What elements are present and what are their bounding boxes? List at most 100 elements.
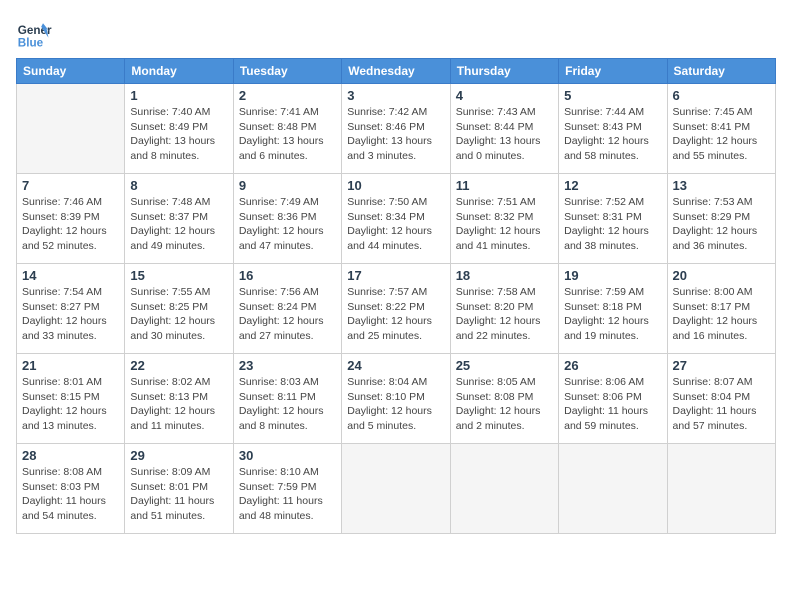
calendar-cell: 12 Sunrise: 7:52 AMSunset: 8:31 PMDayligh… xyxy=(559,174,667,264)
day-info: Sunrise: 7:45 AMSunset: 8:41 PMDaylight:… xyxy=(673,105,770,164)
day-info: Sunrise: 8:09 AMSunset: 8:01 PMDaylight:… xyxy=(130,465,227,524)
calendar-cell: 17 Sunrise: 7:57 AMSunset: 8:22 PMDayligh… xyxy=(342,264,450,354)
day-info: Sunrise: 7:52 AMSunset: 8:31 PMDaylight:… xyxy=(564,195,661,254)
day-number: 11 xyxy=(456,178,553,193)
page-header: General Blue xyxy=(16,16,776,52)
calendar-cell: 27 Sunrise: 8:07 AMSunset: 8:04 PMDayligh… xyxy=(667,354,775,444)
calendar-cell: 28 Sunrise: 8:08 AMSunset: 8:03 PMDayligh… xyxy=(17,444,125,534)
calendar-cell: 23 Sunrise: 8:03 AMSunset: 8:11 PMDayligh… xyxy=(233,354,341,444)
day-number: 20 xyxy=(673,268,770,283)
day-info: Sunrise: 7:40 AMSunset: 8:49 PMDaylight:… xyxy=(130,105,227,164)
calendar-table: SundayMondayTuesdayWednesdayThursdayFrid… xyxy=(16,58,776,534)
day-number: 14 xyxy=(22,268,119,283)
day-number: 22 xyxy=(130,358,227,373)
calendar-cell: 18 Sunrise: 7:58 AMSunset: 8:20 PMDayligh… xyxy=(450,264,558,354)
day-number: 18 xyxy=(456,268,553,283)
day-info: Sunrise: 7:50 AMSunset: 8:34 PMDaylight:… xyxy=(347,195,444,254)
day-info: Sunrise: 7:58 AMSunset: 8:20 PMDaylight:… xyxy=(456,285,553,344)
calendar-cell: 21Sunrise: 8:01 AMSunset: 8:15 PMDayligh… xyxy=(17,354,125,444)
day-number: 1 xyxy=(130,88,227,103)
calendar-cell: 13 Sunrise: 7:53 AMSunset: 8:29 PMDayligh… xyxy=(667,174,775,264)
day-number: 16 xyxy=(239,268,336,283)
calendar-week-row: 14 Sunrise: 7:54 AMSunset: 8:27 PMDayligh… xyxy=(17,264,776,354)
day-info: Sunrise: 7:43 AMSunset: 8:44 PMDaylight:… xyxy=(456,105,553,164)
calendar-header-row: SundayMondayTuesdayWednesdayThursdayFrid… xyxy=(17,59,776,84)
day-header-saturday: Saturday xyxy=(667,59,775,84)
day-info: Sunrise: 7:49 AMSunset: 8:36 PMDaylight:… xyxy=(239,195,336,254)
day-number: 12 xyxy=(564,178,661,193)
calendar-week-row: 28 Sunrise: 8:08 AMSunset: 8:03 PMDayligh… xyxy=(17,444,776,534)
calendar-cell: 10 Sunrise: 7:50 AMSunset: 8:34 PMDayligh… xyxy=(342,174,450,264)
calendar-cell xyxy=(450,444,558,534)
calendar-cell: 15Sunrise: 7:55 AMSunset: 8:25 PMDayligh… xyxy=(125,264,233,354)
calendar-cell xyxy=(667,444,775,534)
day-info: Sunrise: 7:53 AMSunset: 8:29 PMDaylight:… xyxy=(673,195,770,254)
calendar-cell: 7 Sunrise: 7:46 AMSunset: 8:39 PMDaylight… xyxy=(17,174,125,264)
day-number: 7 xyxy=(22,178,119,193)
day-header-thursday: Thursday xyxy=(450,59,558,84)
calendar-cell: 5 Sunrise: 7:44 AMSunset: 8:43 PMDaylight… xyxy=(559,84,667,174)
day-header-sunday: Sunday xyxy=(17,59,125,84)
calendar-week-row: 1 Sunrise: 7:40 AMSunset: 8:49 PMDaylight… xyxy=(17,84,776,174)
day-info: Sunrise: 8:04 AMSunset: 8:10 PMDaylight:… xyxy=(347,375,444,434)
day-info: Sunrise: 7:59 AMSunset: 8:18 PMDaylight:… xyxy=(564,285,661,344)
day-number: 27 xyxy=(673,358,770,373)
day-number: 4 xyxy=(456,88,553,103)
day-info: Sunrise: 7:46 AMSunset: 8:39 PMDaylight:… xyxy=(22,195,119,254)
day-info: Sunrise: 7:48 AMSunset: 8:37 PMDaylight:… xyxy=(130,195,227,254)
calendar-cell: 11 Sunrise: 7:51 AMSunset: 8:32 PMDayligh… xyxy=(450,174,558,264)
day-info: Sunrise: 8:02 AMSunset: 8:13 PMDaylight:… xyxy=(130,375,227,434)
calendar-cell: 1 Sunrise: 7:40 AMSunset: 8:49 PMDaylight… xyxy=(125,84,233,174)
day-number: 5 xyxy=(564,88,661,103)
day-info: Sunrise: 7:55 AMSunset: 8:25 PMDaylight:… xyxy=(130,285,227,344)
day-info: Sunrise: 8:05 AMSunset: 8:08 PMDaylight:… xyxy=(456,375,553,434)
day-info: Sunrise: 8:07 AMSunset: 8:04 PMDaylight:… xyxy=(673,375,770,434)
day-info: Sunrise: 8:08 AMSunset: 8:03 PMDaylight:… xyxy=(22,465,119,524)
calendar-cell: 9 Sunrise: 7:49 AMSunset: 8:36 PMDaylight… xyxy=(233,174,341,264)
day-number: 30 xyxy=(239,448,336,463)
day-info: Sunrise: 7:44 AMSunset: 8:43 PMDaylight:… xyxy=(564,105,661,164)
day-number: 25 xyxy=(456,358,553,373)
calendar-cell: 3 Sunrise: 7:42 AMSunset: 8:46 PMDaylight… xyxy=(342,84,450,174)
day-info: Sunrise: 8:03 AMSunset: 8:11 PMDaylight:… xyxy=(239,375,336,434)
day-info: Sunrise: 7:42 AMSunset: 8:46 PMDaylight:… xyxy=(347,105,444,164)
calendar-week-row: 21Sunrise: 8:01 AMSunset: 8:15 PMDayligh… xyxy=(17,354,776,444)
day-number: 26 xyxy=(564,358,661,373)
day-number: 3 xyxy=(347,88,444,103)
calendar-cell: 2Sunrise: 7:41 AMSunset: 8:48 PMDaylight… xyxy=(233,84,341,174)
day-info: Sunrise: 8:10 AMSunset: 7:59 PMDaylight:… xyxy=(239,465,336,524)
day-number: 13 xyxy=(673,178,770,193)
day-number: 24 xyxy=(347,358,444,373)
calendar-cell: 30 Sunrise: 8:10 AMSunset: 7:59 PMDayligh… xyxy=(233,444,341,534)
day-number: 19 xyxy=(564,268,661,283)
day-number: 23 xyxy=(239,358,336,373)
calendar-cell: 8 Sunrise: 7:48 AMSunset: 8:37 PMDaylight… xyxy=(125,174,233,264)
day-info: Sunrise: 7:51 AMSunset: 8:32 PMDaylight:… xyxy=(456,195,553,254)
day-number: 9 xyxy=(239,178,336,193)
day-number: 6 xyxy=(673,88,770,103)
day-info: Sunrise: 7:54 AMSunset: 8:27 PMDaylight:… xyxy=(22,285,119,344)
calendar-cell: 16Sunrise: 7:56 AMSunset: 8:24 PMDayligh… xyxy=(233,264,341,354)
calendar-cell: 14 Sunrise: 7:54 AMSunset: 8:27 PMDayligh… xyxy=(17,264,125,354)
day-number: 10 xyxy=(347,178,444,193)
logo: General Blue xyxy=(16,16,52,52)
day-number: 28 xyxy=(22,448,119,463)
calendar-cell: 20Sunrise: 8:00 AMSunset: 8:17 PMDayligh… xyxy=(667,264,775,354)
calendar-cell: 24 Sunrise: 8:04 AMSunset: 8:10 PMDayligh… xyxy=(342,354,450,444)
calendar-cell: 19 Sunrise: 7:59 AMSunset: 8:18 PMDayligh… xyxy=(559,264,667,354)
calendar-cell: 26 Sunrise: 8:06 AMSunset: 8:06 PMDayligh… xyxy=(559,354,667,444)
day-header-friday: Friday xyxy=(559,59,667,84)
day-number: 21 xyxy=(22,358,119,373)
day-header-monday: Monday xyxy=(125,59,233,84)
calendar-cell: 25 Sunrise: 8:05 AMSunset: 8:08 PMDayligh… xyxy=(450,354,558,444)
day-info: Sunrise: 8:06 AMSunset: 8:06 PMDaylight:… xyxy=(564,375,661,434)
day-info: Sunrise: 7:57 AMSunset: 8:22 PMDaylight:… xyxy=(347,285,444,344)
logo-icon: General Blue xyxy=(16,16,52,52)
calendar-cell: 29Sunrise: 8:09 AMSunset: 8:01 PMDayligh… xyxy=(125,444,233,534)
day-number: 8 xyxy=(130,178,227,193)
calendar-cell: 22 Sunrise: 8:02 AMSunset: 8:13 PMDayligh… xyxy=(125,354,233,444)
day-number: 17 xyxy=(347,268,444,283)
svg-text:Blue: Blue xyxy=(18,37,44,50)
calendar-cell xyxy=(342,444,450,534)
calendar-cell: 6 Sunrise: 7:45 AMSunset: 8:41 PMDaylight… xyxy=(667,84,775,174)
